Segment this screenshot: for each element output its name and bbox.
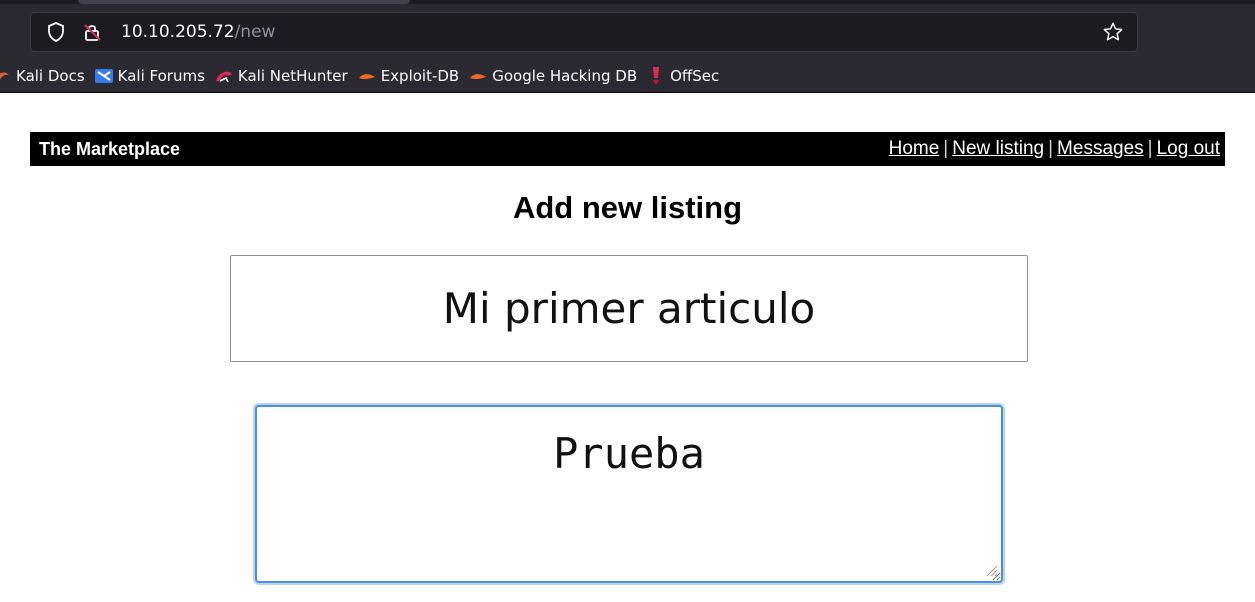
kali-forums-icon <box>94 67 114 85</box>
nav-link-log-out[interactable]: Log out <box>1157 138 1220 159</box>
page-title: Add new listing <box>512 190 743 225</box>
exploit-db-icon <box>357 67 377 85</box>
url-host: 10.10.205.72 <box>121 22 235 42</box>
bookmark-label: Kali Docs <box>16 67 85 85</box>
bookmark-label: Kali Forums <box>117 67 205 85</box>
page-content: The Marketplace Home | New listing | Message… <box>0 94 1255 602</box>
bookmarks-toolbar: Kali Docs Kali Forums Kali NetHunter Exp… <box>0 60 1255 93</box>
bookmark-kali-forums[interactable]: Kali Forums <box>94 61 214 91</box>
nethunter-icon <box>214 67 234 85</box>
url-path: /new <box>234 22 276 42</box>
bookmark-label: Google Hacking DB <box>492 67 638 85</box>
bookmark-label: Kali NetHunter <box>237 67 348 85</box>
bookmark-label: OffSec <box>670 67 720 85</box>
nav-separator: | <box>943 138 949 159</box>
browser-toolbar: 10.10.205.72/new <box>0 4 1255 60</box>
nav-separator: | <box>1048 138 1054 159</box>
nav-link-home[interactable]: Home <box>889 138 940 159</box>
bookmark-offsec[interactable]: OffSec <box>646 61 728 91</box>
nav-link-messages[interactable]: Messages <box>1057 138 1144 159</box>
offsec-icon <box>646 67 666 85</box>
nav-separator: | <box>1147 138 1153 159</box>
ghdb-icon <box>468 67 488 85</box>
bookmark-exploit-db[interactable]: Exploit-DB <box>357 61 469 91</box>
bookmark-google-hacking-db[interactable]: Google Hacking DB <box>468 61 646 91</box>
site-nav: Home | New listing | Messages | Log out <box>889 138 1220 160</box>
listing-title-input[interactable] <box>230 255 1028 362</box>
site-brand: The Marketplace <box>39 138 181 159</box>
nav-link-new-listing[interactable]: New listing <box>952 138 1044 159</box>
bookmark-star-icon[interactable] <box>1101 13 1125 51</box>
url-bar[interactable]: 10.10.205.72/new <box>30 12 1138 52</box>
kali-dragon-icon <box>0 67 12 85</box>
listing-description-textarea[interactable]: Prueba <box>255 405 1003 583</box>
bookmark-label: Exploit-DB <box>380 67 460 85</box>
site-header: The Marketplace Home | New listing | Message… <box>30 132 1225 166</box>
bookmark-kali-docs[interactable]: Kali Docs <box>0 61 94 91</box>
bookmark-kali-nethunter[interactable]: Kali NetHunter <box>214 61 357 91</box>
shield-icon[interactable] <box>45 13 67 51</box>
insecure-lock-icon[interactable] <box>81 13 103 51</box>
url-text[interactable]: 10.10.205.72/new <box>121 13 275 51</box>
